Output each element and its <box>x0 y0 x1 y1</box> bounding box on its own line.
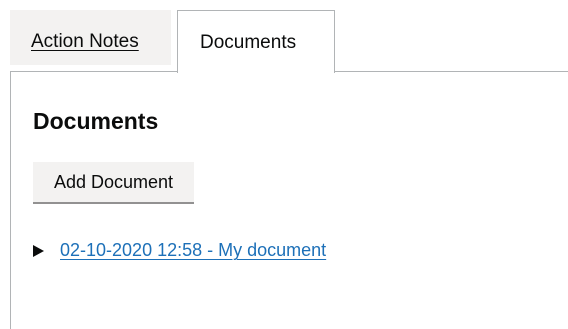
panel-title: Documents <box>33 108 159 134</box>
tab-action-notes[interactable]: Action Notes <box>10 10 171 65</box>
expand-triangle-icon[interactable] <box>33 244 44 257</box>
tab-list: Action Notes Documents <box>10 0 568 73</box>
document-link[interactable]: 02-10-2020 12:58 - My document <box>60 240 326 261</box>
tab-documents-label: Documents <box>200 32 297 53</box>
tab-documents[interactable]: Documents <box>177 10 335 73</box>
documents-panel: Documents Add Document 02-10-2020 12:58 … <box>10 71 568 329</box>
add-document-button[interactable]: Add Document <box>33 162 194 202</box>
tabs: Action Notes Documents Documents Add Doc… <box>10 0 568 329</box>
tab-action-notes-label[interactable]: Action Notes <box>31 31 139 52</box>
document-item[interactable]: 02-10-2020 12:58 - My document <box>33 240 326 261</box>
